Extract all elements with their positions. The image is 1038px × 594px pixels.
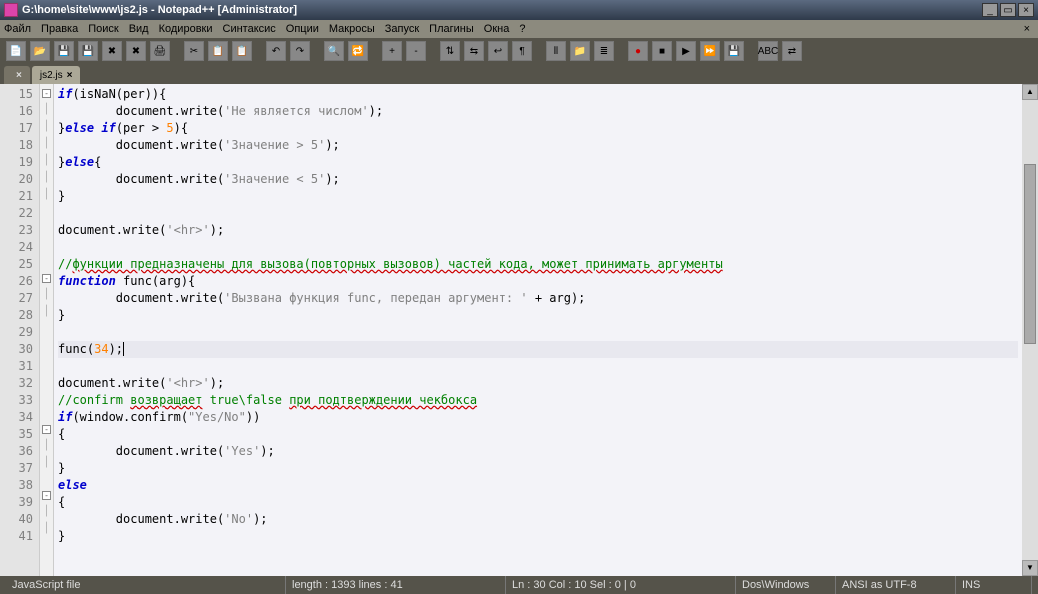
wrap-icon[interactable]: ↩	[488, 41, 508, 61]
maximize-button[interactable]: ▭	[1000, 3, 1016, 17]
menubar: Файл Правка Поиск Вид Кодировки Синтакси…	[0, 20, 1038, 38]
tab-close-icon[interactable]: ×	[16, 70, 22, 81]
status-position: Ln : 30 Col : 10 Sel : 0 | 0	[506, 576, 736, 594]
menu-run[interactable]: Запуск	[385, 23, 419, 35]
paste-icon[interactable]: 📋	[232, 41, 252, 61]
editor[interactable]: 1516171819202122232425262728293031323334…	[0, 84, 1038, 576]
save-all-icon[interactable]: 💾	[78, 41, 98, 61]
hidden-chars-icon[interactable]: ¶	[512, 41, 532, 61]
record-macro-icon[interactable]: ●	[628, 41, 648, 61]
menu-plugins[interactable]: Плагины	[429, 23, 474, 35]
tab-js2[interactable]: js2.js ×	[32, 66, 81, 84]
app-icon	[4, 3, 18, 17]
open-file-icon[interactable]: 📂	[30, 41, 50, 61]
menu-view[interactable]: Вид	[129, 23, 149, 35]
undo-icon[interactable]: ↶	[266, 41, 286, 61]
tab-close-icon[interactable]: ×	[67, 70, 73, 81]
sync-v-icon[interactable]: ⇅	[440, 41, 460, 61]
new-file-icon[interactable]: 📄	[6, 41, 26, 61]
menu-options[interactable]: Опции	[286, 23, 319, 35]
print-icon[interactable]: 🖨	[150, 41, 170, 61]
save-icon[interactable]: 💾	[54, 41, 74, 61]
menu-help[interactable]: ?	[519, 23, 525, 35]
copy-icon[interactable]: 📋	[208, 41, 228, 61]
find-icon[interactable]: 🔍	[324, 41, 344, 61]
tab-blank[interactable]: ×	[4, 66, 30, 84]
close-all-icon[interactable]: ✖	[126, 41, 146, 61]
folder-icon[interactable]: 📁	[570, 41, 590, 61]
compare-icon[interactable]: ⇄	[782, 41, 802, 61]
close-button[interactable]: ×	[1018, 3, 1034, 17]
menu-file[interactable]: Файл	[4, 23, 31, 35]
tab-label: js2.js	[40, 70, 63, 81]
replace-icon[interactable]: 🔁	[348, 41, 368, 61]
minimize-button[interactable]: _	[982, 3, 998, 17]
close-file-icon[interactable]: ✖	[102, 41, 122, 61]
menu-encoding[interactable]: Кодировки	[159, 23, 213, 35]
window-controls: _ ▭ ×	[982, 3, 1034, 17]
fold-gutter[interactable]: -││││││ -││ -││ -││	[40, 84, 54, 576]
play-multi-icon[interactable]: ⏩	[700, 41, 720, 61]
line-number-gutter: 1516171819202122232425262728293031323334…	[0, 84, 40, 576]
stop-macro-icon[interactable]: ■	[652, 41, 672, 61]
spellcheck-icon[interactable]: ABC	[758, 41, 778, 61]
indent-guide-icon[interactable]: ⦀	[546, 41, 566, 61]
menu-windows[interactable]: Окна	[484, 23, 510, 35]
status-length: length : 1393 lines : 41	[286, 576, 506, 594]
status-mode: INS	[956, 576, 1032, 594]
titlebar: G:\home\site\www\js2.js - Notepad++ [Adm…	[0, 0, 1038, 20]
sync-h-icon[interactable]: ⇆	[464, 41, 484, 61]
statusbar: JavaScript file length : 1393 lines : 41…	[0, 576, 1038, 594]
toolbar: 📄 📂 💾 💾 ✖ ✖ 🖨 ✂ 📋 📋 ↶ ↷ 🔍 🔁 + - ⇅ ⇆ ↩ ¶ …	[0, 38, 1038, 64]
menu-macros[interactable]: Макросы	[329, 23, 375, 35]
status-lang: JavaScript file	[6, 576, 286, 594]
zoom-out-icon[interactable]: -	[406, 41, 426, 61]
cut-icon[interactable]: ✂	[184, 41, 204, 61]
redo-icon[interactable]: ↷	[290, 41, 310, 61]
zoom-in-icon[interactable]: +	[382, 41, 402, 61]
menu-edit[interactable]: Правка	[41, 23, 78, 35]
status-eol: Dos\Windows	[736, 576, 836, 594]
scroll-down-icon[interactable]: ▼	[1022, 560, 1038, 576]
save-macro-icon[interactable]: 💾	[724, 41, 744, 61]
scroll-thumb[interactable]	[1024, 164, 1036, 344]
doc-list-icon[interactable]: ≣	[594, 41, 614, 61]
tabbar: × js2.js ×	[0, 64, 1038, 84]
menu-syntax[interactable]: Синтаксис	[223, 23, 276, 35]
scroll-up-icon[interactable]: ▲	[1022, 84, 1038, 100]
code-area[interactable]: if(isNaN(per)){ document.write('Не являе…	[54, 84, 1022, 576]
play-macro-icon[interactable]: ▶	[676, 41, 696, 61]
status-encoding: ANSI as UTF-8	[836, 576, 956, 594]
doc-close-icon[interactable]: ×	[1020, 23, 1034, 35]
window-title: G:\home\site\www\js2.js - Notepad++ [Adm…	[22, 4, 982, 16]
menu-search[interactable]: Поиск	[88, 23, 118, 35]
vertical-scrollbar[interactable]: ▲ ▼	[1022, 84, 1038, 576]
